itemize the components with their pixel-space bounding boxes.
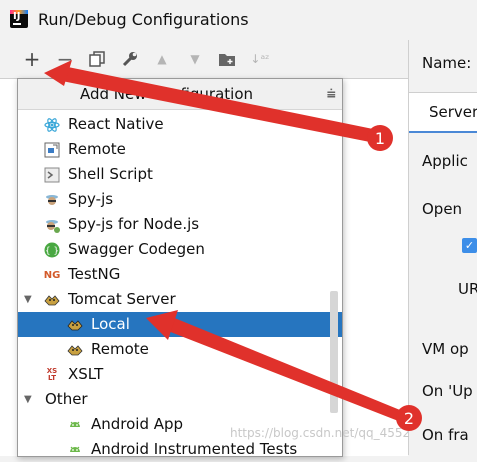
annotation-overlay: 1 2 — [44, 60, 422, 431]
annotation-arrow-1 — [62, 66, 385, 145]
annotation-badge-1-label: 1 — [375, 129, 385, 148]
annotation-badge-2-label: 2 — [404, 409, 414, 428]
annotation-arrow-2 — [168, 317, 406, 424]
